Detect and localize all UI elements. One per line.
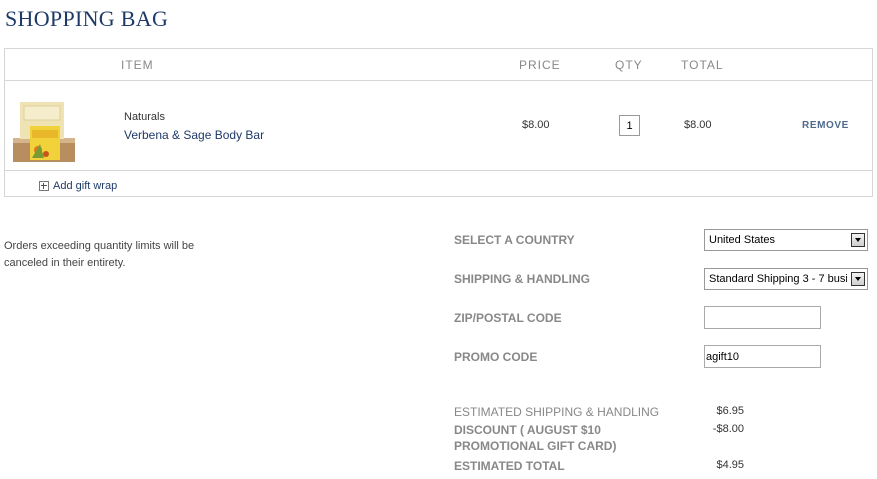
product-price: $8.00: [522, 119, 550, 131]
page-title: SHOPPING BAG: [5, 6, 169, 31]
estimated-total-value: $4.95: [716, 459, 744, 471]
discount-value: -$8.00: [712, 423, 744, 435]
country-selected-value: United States: [709, 234, 776, 246]
chevron-down-icon[interactable]: [851, 272, 865, 286]
column-header-qty: QTY: [615, 58, 643, 72]
promo-label: PROMO CODE: [454, 350, 538, 364]
product-brand: Naturals: [124, 111, 165, 123]
plus-icon: [39, 181, 49, 191]
estimated-shipping-label: ESTIMATED SHIPPING & HANDLING: [454, 405, 660, 419]
promo-code-input[interactable]: [704, 345, 821, 368]
estimated-total-label: ESTIMATED TOTAL: [454, 459, 565, 473]
header-divider: [5, 80, 872, 81]
product-name-link[interactable]: Verbena & Sage Body Bar: [124, 128, 264, 142]
column-header-item: ITEM: [121, 58, 154, 72]
zip-label: ZIP/POSTAL CODE: [454, 311, 562, 325]
country-select[interactable]: United States: [704, 229, 868, 251]
discount-label: DISCOUNT ( AUGUST $10 PROMOTIONAL GIFT C…: [454, 423, 617, 453]
product-thumbnail[interactable]: [10, 100, 78, 164]
zip-input[interactable]: [704, 306, 821, 329]
quantity-limit-notice: Orders exceeding quantity limits will be…: [4, 240, 195, 269]
shipping-selected-value: Standard Shipping 3 - 7 business days: [709, 273, 847, 285]
line-total: $8.00: [684, 119, 712, 131]
column-header-total: TOTAL: [681, 58, 724, 72]
add-gift-wrap-label: Add gift wrap: [53, 180, 118, 192]
column-header-price: PRICE: [519, 58, 561, 72]
estimated-shipping-value: $6.95: [716, 405, 744, 417]
footer-divider: [5, 170, 872, 171]
shopping-bag-table: ITEM PRICE QTY TOTAL Naturals Verbena & …: [4, 48, 873, 197]
chevron-down-icon[interactable]: [851, 233, 865, 247]
country-label: SELECT A COUNTRY: [454, 233, 575, 247]
remove-button[interactable]: REMOVE: [802, 120, 849, 131]
shipping-label: SHIPPING & HANDLING: [454, 272, 591, 286]
shipping-select[interactable]: Standard Shipping 3 - 7 business days: [704, 268, 868, 290]
quantity-input[interactable]: [619, 115, 640, 136]
add-gift-wrap-link[interactable]: Add gift wrap: [39, 180, 117, 192]
